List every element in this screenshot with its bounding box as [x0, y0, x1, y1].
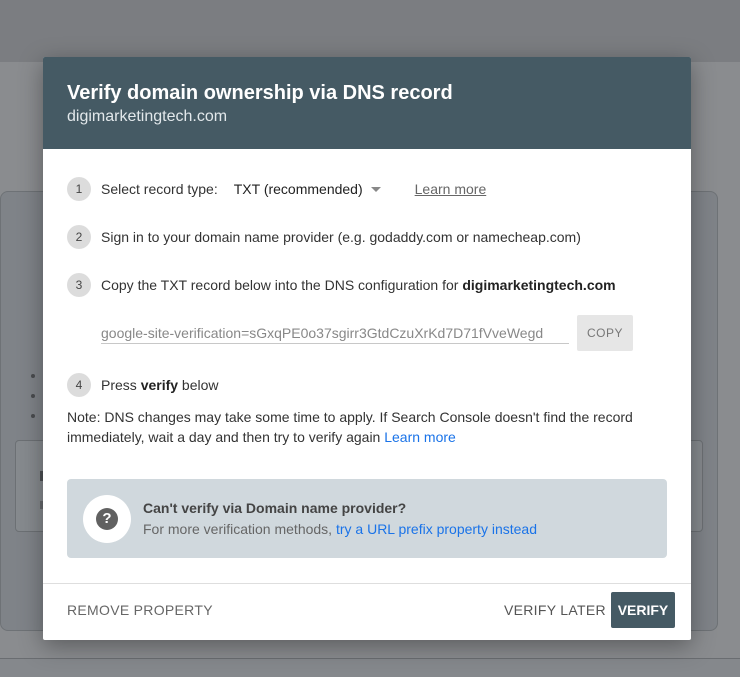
step-2: 2 Sign in to your domain name provider (…	[67, 225, 581, 249]
step-number: 1	[67, 177, 91, 201]
step-4: 4 Press verify below	[67, 373, 219, 397]
dialog-footer: REMOVE PROPERTY VERIFY LATER VERIFY	[43, 583, 691, 640]
remove-property-button[interactable]: REMOVE PROPERTY	[67, 602, 213, 618]
step-1: 1 Select record type: TXT (recommended) …	[67, 177, 486, 201]
step-domain: digimarketingtech.com	[462, 277, 616, 293]
verify-button[interactable]: VERIFY	[611, 592, 675, 628]
note-text: Note: DNS changes may take some time to …	[67, 409, 633, 445]
step-3: 3 Copy the TXT record below into the DNS…	[67, 273, 616, 297]
verify-later-button[interactable]: VERIFY LATER	[504, 602, 606, 618]
background-footer	[0, 658, 740, 677]
step-number: 2	[67, 225, 91, 249]
txt-record-field[interactable]	[101, 322, 569, 344]
dialog-subtitle: digimarketingtech.com	[67, 108, 228, 125]
background-bullet	[31, 414, 35, 418]
step-label-suffix: below	[178, 377, 219, 393]
info-desc-prefix: For more verification methods,	[143, 521, 336, 537]
dropdown-caret-icon	[370, 186, 381, 192]
step-label-prefix: Press	[101, 377, 141, 393]
help-icon-wrapper: ?	[83, 494, 131, 543]
step-label: Sign in to your domain name provider (e.…	[101, 229, 581, 245]
dialog-title: Verify domain ownership via DNS record	[67, 82, 453, 104]
dialog-header: Verify domain ownership via DNS record d…	[43, 57, 691, 149]
copy-button[interactable]: COPY	[577, 315, 633, 351]
step-label: Press verify below	[101, 377, 219, 393]
info-description: For more verification methods, try a URL…	[143, 519, 537, 539]
info-title: Can't verify via Domain name provider?	[143, 500, 407, 516]
step-number: 3	[67, 273, 91, 297]
question-mark-icon: ?	[96, 507, 118, 530]
info-text: Can't verify via Domain name provider? F…	[143, 498, 537, 539]
txt-record-row: COPY	[101, 315, 633, 351]
learn-more-link[interactable]: Learn more	[415, 181, 487, 197]
dns-note: Note: DNS changes may take some time to …	[67, 407, 667, 447]
background-bullet	[31, 374, 35, 378]
note-learn-more-link[interactable]: Learn more	[384, 429, 456, 445]
step-number: 4	[67, 373, 91, 397]
background-header	[0, 0, 740, 62]
step-label: Select record type:	[101, 181, 218, 197]
url-prefix-link[interactable]: try a URL prefix property instead	[336, 521, 537, 537]
background-bullet	[31, 394, 35, 398]
record-type-select[interactable]: TXT (recommended)	[234, 181, 381, 197]
step-label-text: Copy the TXT record below into the DNS c…	[101, 277, 463, 293]
alternative-method-box: ? Can't verify via Domain name provider?…	[67, 479, 667, 558]
step-label-bold: verify	[140, 377, 179, 393]
record-type-value: TXT (recommended)	[233, 181, 363, 197]
verify-dns-dialog: Verify domain ownership via DNS record d…	[43, 57, 691, 640]
step-label: Copy the TXT record below into the DNS c…	[101, 277, 616, 293]
